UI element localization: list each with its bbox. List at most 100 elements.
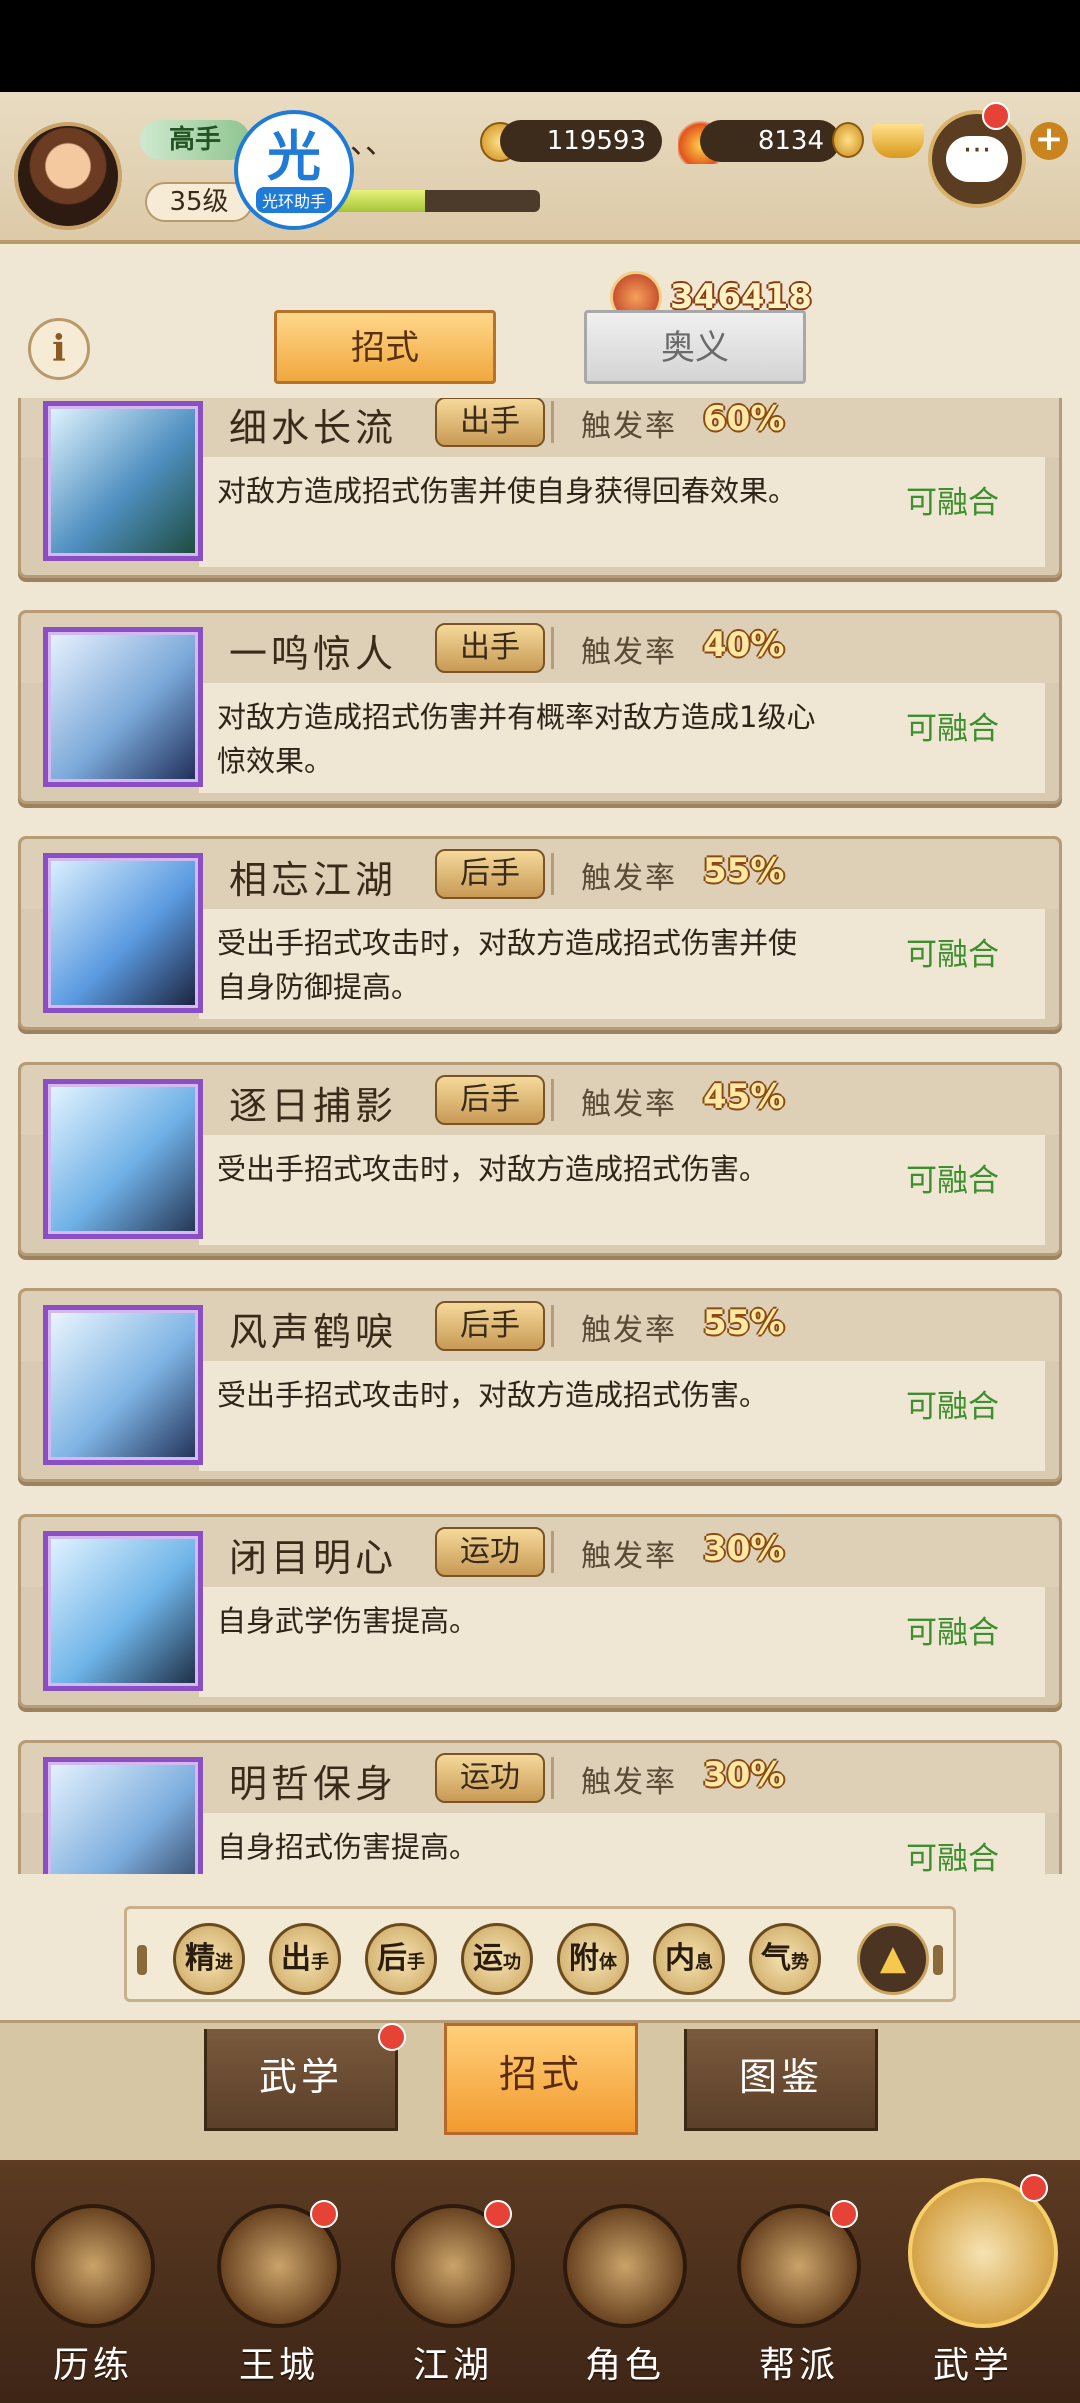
skill-type-filter-bar: ▲ 精进 出手 后手 运功 附体 内息 气势 [124,1906,956,2002]
skill-list[interactable]: 细水长流 出手 触发率 60% 对敌方造成招式伤害并使自身获得回春效果。 可融合… [0,398,1080,1874]
filter-main-char: 精 [185,1941,215,1976]
skill-icon[interactable] [43,1305,203,1465]
skill-description: 对敌方造成招式伤害并使自身获得回春效果。 [217,474,798,508]
subtab-martial-arts[interactable]: 武学 [204,2029,398,2131]
trigger-rate-value: 45% [703,1077,785,1117]
nav-notification-dot [310,2200,338,2228]
fusible-status[interactable]: 可融合 [906,1381,999,1426]
filter-main-char: 气 [761,1941,791,1976]
fusible-status[interactable]: 可融合 [906,1833,999,1874]
subtab-martial-arts-badge [378,2023,406,2051]
fusible-status[interactable]: 可融合 [906,1155,999,1200]
filter-bar-left-knob [137,1945,147,1975]
helper-app-logo[interactable]: 光 光环助手 [234,110,354,230]
filter-main-char: 出 [281,1941,311,1976]
filter-button[interactable]: 出手 [269,1923,341,1995]
filter-sub-char: 势 [791,1952,809,1973]
nav-item[interactable]: 角色 [560,2204,690,2394]
nav-label: 王城 [238,2345,319,2386]
filter-button[interactable]: 附体 [557,1923,629,1995]
fusible-status[interactable]: 可融合 [906,703,999,748]
skill-name: 风声鹤唳 [229,1310,398,1354]
nav-item[interactable]: 武学 [908,2174,1058,2394]
nav-item[interactable]: 王城 [214,2200,344,2394]
nav-item[interactable]: 历练 [28,2204,158,2394]
rank-title-badge: 高手 [140,120,250,160]
skill-icon[interactable] [43,853,203,1013]
fusible-status[interactable]: 可融合 [906,1607,999,1652]
nav-label: 历练 [52,2345,133,2386]
divider [551,1757,554,1799]
skill-type-badge: 后手 [435,1075,545,1125]
skill-icon[interactable] [43,401,203,561]
nav-notification-dot [830,2200,858,2228]
skill-card[interactable]: 逐日捕影 后手 触发率 45% 受出手招式攻击时，对敌方造成招式伤害。 可融合 [18,1062,1062,1256]
skill-card[interactable]: 闭目明心 运功 触发率 30% 自身武学伤害提高。 可融合 [18,1514,1062,1708]
coin-stack-icon [832,122,864,158]
trigger-rate-value: 55% [703,851,785,891]
trigger-rate-value: 55% [703,1303,785,1343]
trigger-rate-label: 触发率 [581,409,677,444]
skill-card[interactable]: 明哲保身 运功 触发率 30% 自身招式伤害提高。 可融合 [18,1740,1062,1874]
filter-button[interactable]: 内息 [653,1923,725,1995]
nav-item[interactable]: 帮派 [734,2200,864,2394]
skill-card[interactable]: 相忘江湖 后手 触发率 55% 受出手招式攻击时，对敌方造成招式伤害并使自身防御… [18,836,1062,1030]
main-navigation: 历练 王城 江湖 角色 帮派 武学 [0,2160,1080,2403]
filter-button[interactable]: 运功 [461,1923,533,1995]
skill-card[interactable]: 一鸣惊人 出手 触发率 40% 对敌方造成招式伤害并有概率对敌方造成1级心惊效果… [18,610,1062,804]
trigger-rate-value: 30% [703,1755,785,1795]
filter-main-char: 运 [473,1941,503,1976]
bottom-sub-tabs: 武学 招式 图鉴 [0,2020,1080,2160]
skill-description: 自身武学伤害提高。 [217,1604,479,1638]
coins-value: 119593 [500,120,662,162]
divider [551,1531,554,1573]
skill-card[interactable]: 细水长流 出手 触发率 60% 对敌方造成招式伤害并使自身获得回春效果。 可融合 [18,398,1062,578]
tab-mysteries[interactable]: 奥义 [584,310,806,384]
skill-card[interactable]: 风声鹤唳 后手 触发率 55% 受出手招式攻击时，对敌方造成招式伤害。 可融合 [18,1288,1062,1482]
filter-button[interactable]: 精进 [173,1923,245,1995]
skill-description: 对敌方造成招式伤害并有概率对敌方造成1级心惊效果。 [217,700,816,778]
nav-notification-dot [1020,2174,1048,2202]
filter-main-char: 附 [569,1941,599,1976]
skill-description: 受出手招式攻击时，对敌方造成招式伤害并使自身防御提高。 [217,926,798,1004]
trigger-rate-label: 触发率 [581,1087,677,1122]
training-icon [31,2204,155,2328]
filter-main-char: 后 [377,1941,407,1976]
gold-ingot-icon[interactable] [872,124,924,158]
skill-icon[interactable] [43,627,203,787]
chat-notification-dot [982,102,1010,130]
divider [551,1305,554,1347]
trigger-rate-value: 60% [703,399,785,439]
skill-description: 自身招式伤害提高。 [217,1830,479,1864]
nav-item[interactable]: 江湖 [388,2200,518,2394]
filter-main-char: 内 [665,1941,695,1976]
filter-button[interactable]: 后手 [365,1923,437,1995]
skill-name: 明哲保身 [229,1762,398,1806]
nav-notification-dot [484,2200,512,2228]
skill-type-badge: 运功 [435,1753,545,1803]
chat-button[interactable]: ··· [928,110,1026,208]
player-avatar[interactable] [14,122,122,230]
filter-button[interactable]: 气势 [749,1923,821,1995]
divider [551,1079,554,1121]
filter-sub-char: 息 [695,1952,713,1973]
fusible-status[interactable]: 可融合 [906,477,999,522]
trigger-rate-value: 40% [703,625,785,665]
chevron-up-icon[interactable]: ▲ [857,1923,929,1995]
divider [551,853,554,895]
info-button[interactable]: i [28,318,90,380]
skill-type-badge: 出手 [435,398,545,447]
skill-icon[interactable] [43,1079,203,1239]
nav-label: 江湖 [412,2345,493,2386]
divider [551,627,554,669]
subtab-codex[interactable]: 图鉴 [684,2029,878,2131]
nav-label: 帮派 [758,2345,839,2386]
skill-icon[interactable] [43,1757,203,1874]
subtab-moves[interactable]: 招式 [444,2023,638,2135]
add-currency-button[interactable]: + [1030,122,1068,160]
skill-icon[interactable] [43,1531,203,1691]
fire-currency-value: 8134 [700,120,840,162]
fusible-status[interactable]: 可融合 [906,929,999,974]
tab-moves[interactable]: 招式 [274,310,496,384]
status-bar [0,0,1080,92]
